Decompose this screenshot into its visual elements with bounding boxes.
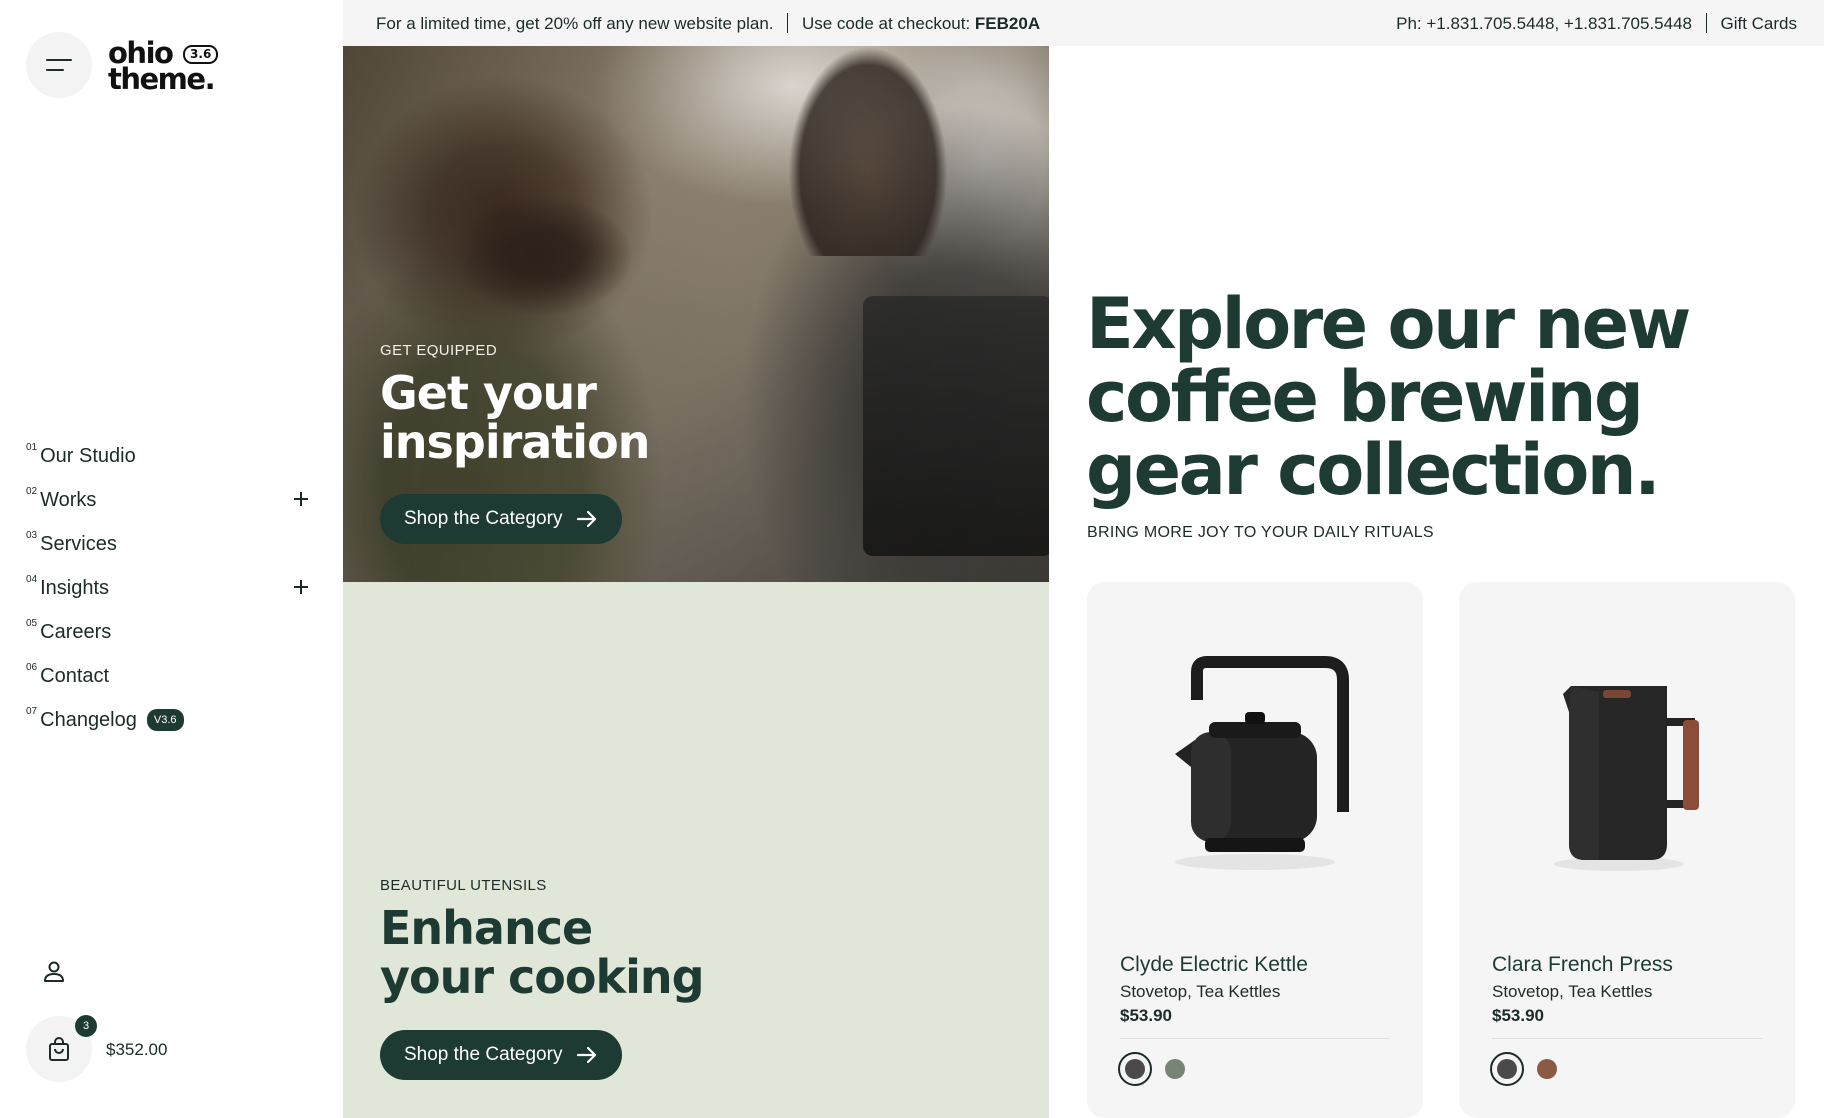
divider	[1492, 1038, 1762, 1039]
color-swatch-selected[interactable]	[1118, 1052, 1152, 1086]
swatch-color	[1165, 1059, 1185, 1079]
hero-headline-line-2: inspiration	[380, 415, 650, 469]
arrow-right-icon	[577, 510, 597, 528]
hero-headline: Get your inspiration	[380, 366, 650, 469]
nav-item-services[interactable]: 03 Services	[26, 522, 311, 566]
promo-message: For a limited time, get 20% off any new …	[376, 13, 1040, 34]
collection-headline-line-3: gear collection.	[1086, 429, 1661, 511]
user-icon[interactable]	[40, 958, 68, 986]
color-swatch[interactable]	[1158, 1052, 1192, 1086]
hero-headline-line-1: Get your	[380, 366, 597, 420]
nav-item-label: Services	[40, 532, 117, 555]
phone-link[interactable]: Ph: +1.831.705.5448, +1.831.705.5448	[1396, 14, 1692, 33]
plus-icon[interactable]	[291, 489, 311, 509]
hero-shop-category-button[interactable]: Shop the Category	[380, 494, 623, 544]
utensils-headline-line-1: Enhance	[380, 901, 593, 955]
nav-item-number: 07	[26, 705, 38, 717]
arrow-right-icon	[577, 1046, 597, 1064]
site-logo[interactable]: ohio 3.6 theme.	[108, 39, 219, 94]
nav-item-number: 06	[26, 661, 38, 673]
cta-label: Shop the Category	[404, 508, 563, 529]
utensils-eyebrow: BEAUTIFUL UTENSILS	[380, 877, 547, 894]
collection-headline-line-2: coffee brewing	[1086, 356, 1644, 438]
french-press-image	[1554, 686, 1699, 871]
product-categories[interactable]: Stovetop, Tea Kettles	[1120, 982, 1280, 1002]
color-swatch-selected[interactable]	[1490, 1052, 1524, 1086]
product-price: $53.90	[1492, 1006, 1544, 1025]
main-nav: 01 Our Studio 02 Works 03 Services 04 In…	[26, 434, 311, 742]
swatch-color	[1125, 1059, 1145, 1079]
collection-headline-line-1: Explore our new	[1086, 283, 1691, 365]
plus-icon[interactable]	[291, 577, 311, 597]
promo-code-label: Use code at checkout:	[801, 14, 971, 33]
nav-item-label: Changelog	[40, 708, 137, 731]
cart-count-badge: 3	[75, 1015, 97, 1037]
promo-text: For a limited time, get 20% off any new …	[376, 14, 774, 33]
divider	[787, 13, 789, 33]
nav-item-label: Careers	[40, 620, 112, 643]
nav-item-label: Works	[40, 488, 97, 511]
cart-total: $352.00	[106, 1040, 168, 1059]
collection-headline: Explore our new coffee brewing gear coll…	[1086, 288, 1806, 507]
nav-item-number: 04	[26, 573, 38, 585]
utensils-panel: BEAUTIFUL UTENSILS Enhance your cooking …	[343, 582, 1049, 1118]
nav-item-number: 02	[26, 485, 38, 497]
product-categories[interactable]: Stovetop, Tea Kettles	[1492, 982, 1652, 1002]
nav-item-contact[interactable]: 06 Contact	[26, 654, 311, 698]
hamburger-icon	[46, 59, 72, 71]
kettle-image	[1175, 656, 1349, 870]
cta-label: Shop the Category	[404, 1044, 563, 1065]
topbar-contact: Ph: +1.831.705.5448, +1.831.705.5448 Gif…	[1396, 13, 1797, 34]
utensils-headline: Enhance your cooking	[380, 901, 705, 1004]
product-name[interactable]: Clara French Press	[1492, 953, 1673, 977]
gift-cards-link[interactable]: Gift Cards	[1720, 14, 1797, 33]
hero-photo-panel: GET EQUIPPED Get your inspiration Shop t…	[343, 46, 1049, 582]
page: ohio 3.6 theme. 01 Our Studio 02 Works 0…	[0, 0, 1824, 1118]
hero-eyebrow: GET EQUIPPED	[380, 342, 498, 359]
product-card[interactable]: Clyde Electric Kettle Stovetop, Tea Kett…	[1087, 582, 1423, 1118]
divider	[1705, 13, 1707, 33]
product-name[interactable]: Clyde Electric Kettle	[1120, 953, 1308, 977]
nav-item-number: 05	[26, 617, 38, 629]
swatch-color	[1537, 1059, 1557, 1079]
version-badge: V3.6	[146, 709, 184, 731]
shopping-bag-icon	[49, 1037, 69, 1061]
nav-item-label: Our Studio	[40, 444, 136, 467]
utensils-headline-line-2: your cooking	[380, 950, 705, 1004]
nav-item-works[interactable]: 02 Works	[26, 478, 311, 522]
nav-item-label: Insights	[40, 576, 110, 599]
swatch-color	[1497, 1059, 1517, 1079]
divider	[1120, 1038, 1390, 1039]
nav-item-our-studio[interactable]: 01 Our Studio	[26, 434, 311, 478]
product-price: $53.90	[1120, 1006, 1172, 1025]
color-swatch[interactable]	[1530, 1052, 1564, 1086]
nav-item-number: 03	[26, 529, 38, 541]
collection-tagline: BRING MORE JOY TO YOUR DAILY RITUALS	[1087, 524, 1434, 541]
nav-item-careers[interactable]: 05 Careers	[26, 610, 311, 654]
nav-item-insights[interactable]: 04 Insights	[26, 566, 311, 610]
nav-item-changelog[interactable]: 07 Changelog V3.6	[26, 698, 311, 742]
logo-word-2: theme.	[108, 62, 216, 96]
nav-item-number: 01	[26, 441, 38, 453]
announcement-bar: For a limited time, get 20% off any new …	[343, 0, 1824, 46]
menu-button[interactable]	[26, 32, 92, 98]
utensils-shop-category-button[interactable]: Shop the Category	[380, 1030, 623, 1080]
promo-code: FEB20A	[974, 14, 1041, 33]
sidebar: ohio 3.6 theme. 01 Our Studio 02 Works 0…	[0, 0, 343, 1118]
nav-item-label: Contact	[40, 664, 110, 687]
product-card[interactable]: Clara French Press Stovetop, Tea Kettles…	[1459, 582, 1795, 1118]
